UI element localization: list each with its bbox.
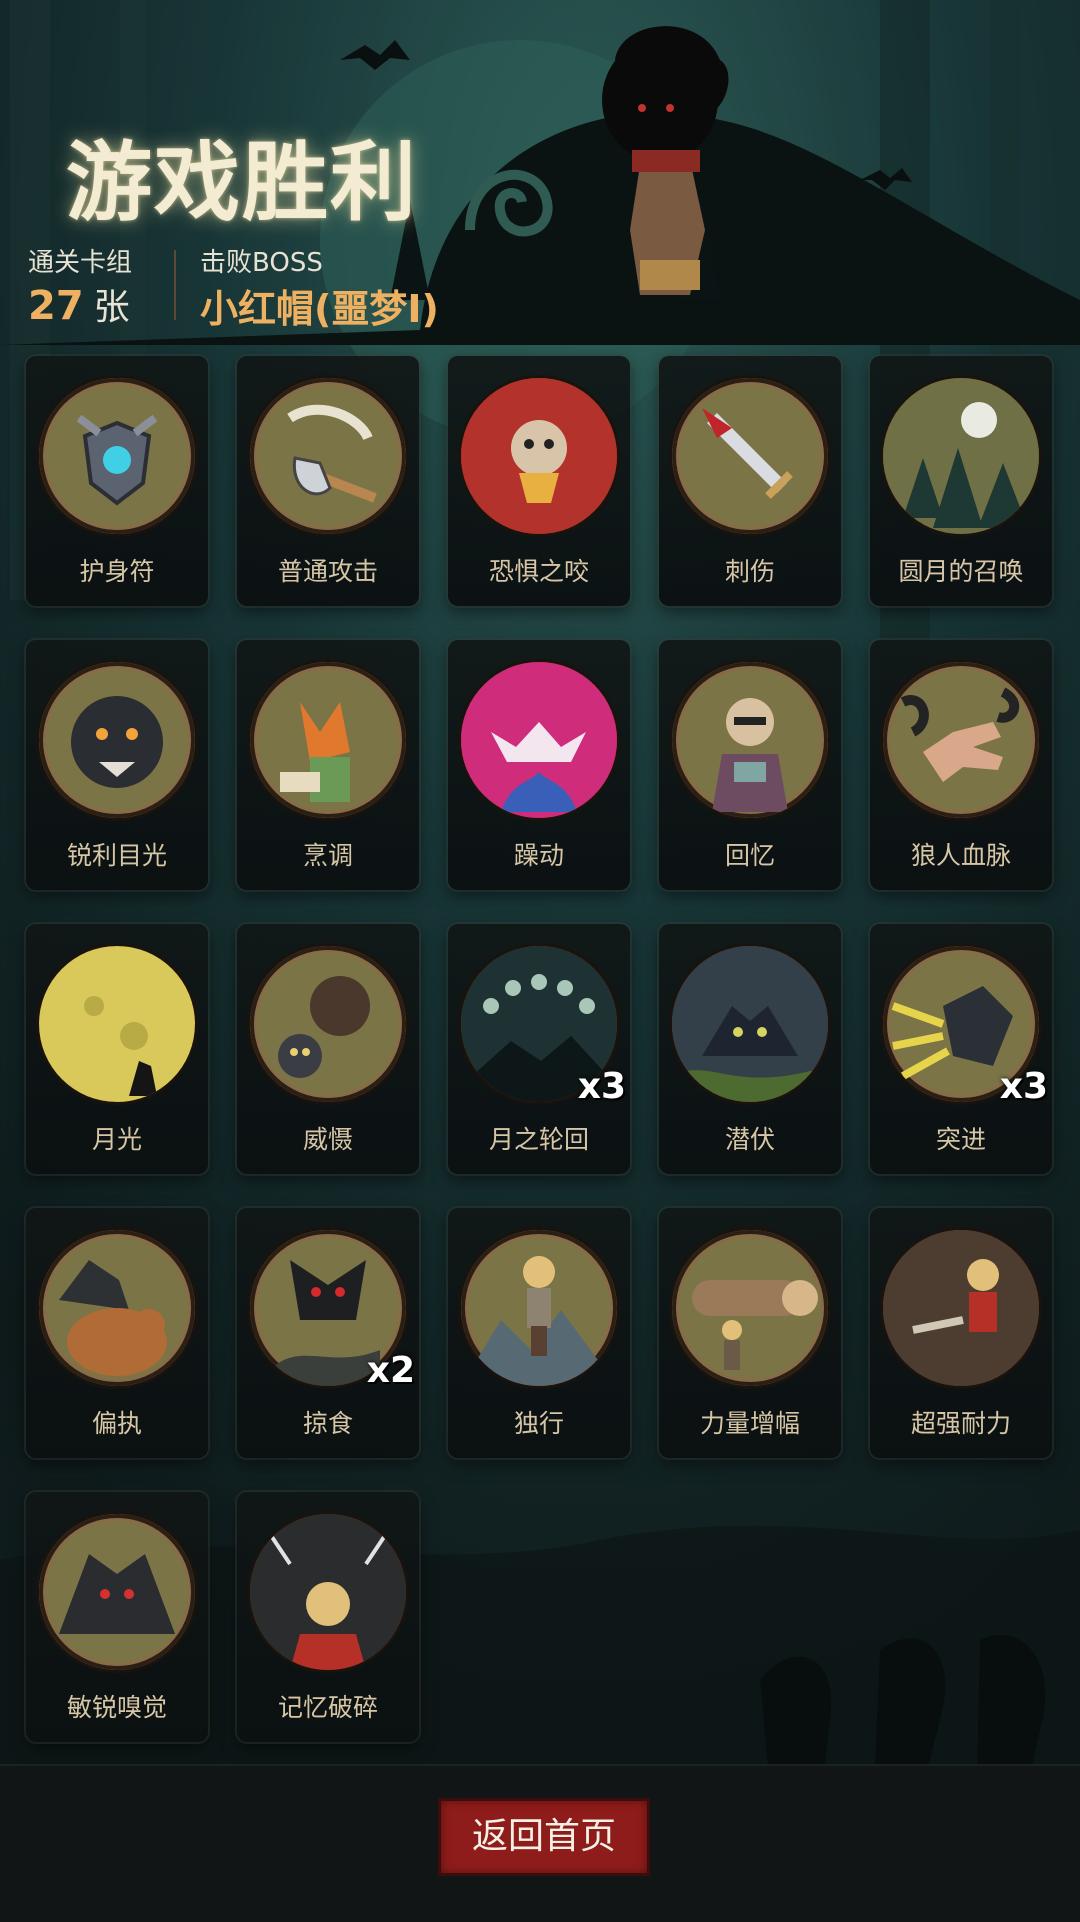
wolf-and-bear-icon — [39, 1230, 195, 1386]
reward-card[interactable]: 躁动 — [448, 640, 630, 890]
card-count-badge: x3 — [577, 1066, 626, 1107]
card-name: 圆月的召唤 — [898, 557, 1024, 586]
reward-card[interactable]: 偏执 — [26, 1208, 208, 1458]
reward-card[interactable]: x3 突进 — [870, 924, 1052, 1174]
fox-cook-icon — [250, 662, 406, 818]
reward-card[interactable]: 回忆 — [659, 640, 841, 890]
card-name: 恐惧之咬 — [488, 557, 589, 586]
reward-card[interactable]: 锐利目光 — [26, 640, 208, 890]
card-name: 月光 — [91, 1125, 142, 1154]
deck-count: 27 张 — [28, 278, 130, 330]
reward-card[interactable]: 狼人血脉 — [870, 640, 1052, 890]
reward-card[interactable]: 恐惧之咬 — [448, 356, 630, 606]
roaring-beast-icon — [461, 378, 617, 534]
sniffing-wolf-icon — [39, 1514, 195, 1670]
reward-card[interactable]: x3 月之轮回 — [448, 924, 630, 1174]
broken-memory-icon — [250, 1514, 406, 1670]
reward-card[interactable]: 月光 — [26, 924, 208, 1174]
reward-card[interactable]: 记忆破碎 — [237, 1492, 419, 1742]
card-name: 刺伤 — [724, 557, 775, 586]
card-name: 超强耐力 — [910, 1409, 1011, 1438]
card-name: 回忆 — [724, 841, 775, 870]
full-moon-forest-icon — [883, 378, 1039, 534]
card-name: 记忆破碎 — [277, 1693, 378, 1722]
card-count-badge: x2 — [366, 1350, 415, 1391]
card-count-badge: x3 — [999, 1066, 1048, 1107]
victory-title: 游戏胜利 — [66, 133, 418, 233]
reward-card[interactable]: x2 掠食 — [237, 1208, 419, 1458]
boss-name: 小红帽(噩梦I) — [200, 287, 439, 331]
reward-card[interactable]: 敏锐嗅觉 — [26, 1492, 208, 1742]
card-name: 突进 — [935, 1125, 986, 1154]
lone-hunter-icon — [461, 1230, 617, 1386]
stat-divider — [174, 250, 176, 320]
card-name: 护身符 — [79, 557, 155, 586]
card-name: 敏锐嗅觉 — [66, 1693, 167, 1722]
reward-card[interactable]: 力量增幅 — [659, 1208, 841, 1458]
card-name: 威慑 — [302, 1125, 353, 1154]
card-name: 月之轮回 — [488, 1125, 589, 1154]
card-name: 潜伏 — [724, 1125, 775, 1154]
card-name: 普通攻击 — [277, 557, 378, 586]
log-carrier-icon — [672, 1230, 828, 1386]
card-name: 狼人血脉 — [910, 841, 1011, 870]
card-name: 偏执 — [91, 1409, 142, 1438]
card-name: 掠食 — [302, 1409, 353, 1438]
reward-card[interactable]: 潜伏 — [659, 924, 841, 1174]
reward-card[interactable]: 护身符 — [26, 356, 208, 606]
reward-card[interactable]: 烹调 — [237, 640, 419, 890]
card-name: 躁动 — [513, 841, 564, 870]
werewolf-glare-icon — [39, 662, 195, 818]
card-name: 烹调 — [302, 841, 353, 870]
clawed-hand-icon — [883, 662, 1039, 818]
boss-label: 击败BOSS — [200, 248, 323, 278]
reward-card[interactable]: 超强耐力 — [870, 1208, 1052, 1458]
reward-card[interactable]: 独行 — [448, 1208, 630, 1458]
old-man-icon — [672, 662, 828, 818]
frenzy-icon — [461, 662, 617, 818]
card-name: 力量增幅 — [699, 1409, 800, 1438]
axe-icon — [250, 378, 406, 534]
bear-threat-icon — [250, 946, 406, 1102]
reward-card[interactable]: 刺伤 — [659, 356, 841, 606]
reward-card[interactable]: 圆月的召唤 — [870, 356, 1052, 606]
deck-count-unit: 张 — [93, 287, 130, 328]
deck-count-value: 27 — [28, 283, 84, 329]
card-grid: 护身符 普通攻击 恐惧之咬 刺伤 圆月的召唤锐利目光 烹调 躁动 回忆 狼人血脉月光 威慑 x3 月之… — [26, 356, 1058, 1746]
moonlight-icon — [39, 946, 195, 1102]
deck-label: 通关卡组 — [28, 248, 133, 278]
lurking-wolf-icon — [672, 946, 828, 1102]
card-name: 锐利目光 — [66, 841, 167, 870]
woodcutter-icon — [883, 1230, 1039, 1386]
reward-card[interactable]: 威慑 — [237, 924, 419, 1174]
amulet-shield-icon — [39, 378, 195, 534]
reward-card[interactable]: 普通攻击 — [237, 356, 419, 606]
return-home-button[interactable]: 返回首页 — [438, 1798, 650, 1876]
card-name: 独行 — [513, 1409, 564, 1438]
dagger-icon — [672, 378, 828, 534]
